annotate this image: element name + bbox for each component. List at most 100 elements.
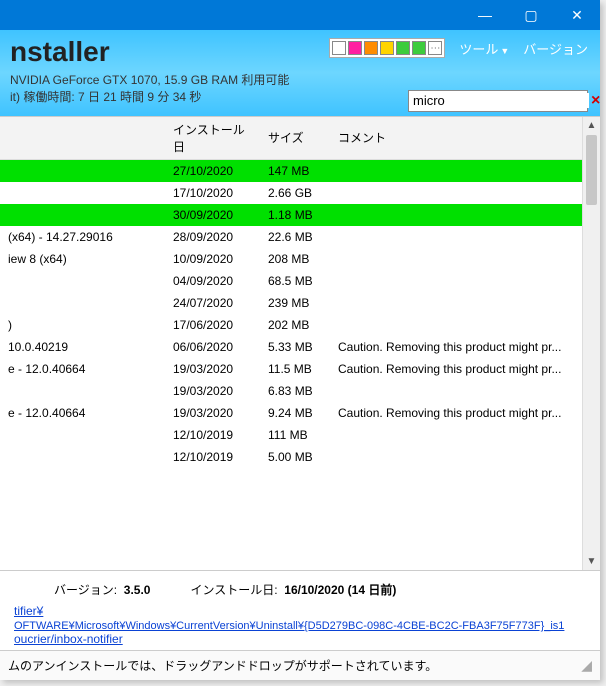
table-row[interactable]: 19/03/20206.83 MB: [0, 380, 582, 402]
detail-link-2[interactable]: oucrier/inbox-notifier: [14, 632, 123, 646]
cell-comment: [330, 159, 582, 182]
chevron-down-icon: ▼: [500, 46, 509, 56]
cell-comment: [330, 204, 582, 226]
cell-date: 17/10/2020: [165, 182, 260, 204]
cell-size: 6.83 MB: [260, 380, 330, 402]
cell-size: 9.24 MB: [260, 402, 330, 424]
header-toolbar: ⋯ ツール▼ バージョン: [329, 38, 588, 58]
maximize-button[interactable]: ▢: [508, 0, 554, 30]
col-header-date[interactable]: インストール日: [165, 117, 260, 160]
cell-date: 12/10/2019: [165, 446, 260, 468]
detail-version: バージョン: 3.5.0: [54, 581, 150, 598]
color-chip[interactable]: [380, 41, 394, 55]
col-header-name[interactable]: [0, 117, 165, 160]
cell-date: 24/07/2020: [165, 292, 260, 314]
titlebar: — ▢ ✕: [0, 0, 600, 30]
table-row[interactable]: 12/10/2019111 MB: [0, 424, 582, 446]
table-row[interactable]: iew 8 (x64)10/09/2020208 MB: [0, 248, 582, 270]
table-row[interactable]: (x64) - 14.27.2901628/09/202022.6 MB: [0, 226, 582, 248]
cell-name: [0, 159, 165, 182]
color-chip-row: ⋯: [329, 38, 445, 58]
scroll-down-icon[interactable]: ▼: [583, 552, 600, 570]
color-chip[interactable]: [412, 41, 426, 55]
cell-date: 12/10/2019: [165, 424, 260, 446]
color-chip[interactable]: [332, 41, 346, 55]
table-row[interactable]: e - 12.0.4066419/03/20209.24 MBCaution. …: [0, 402, 582, 424]
scroll-up-icon[interactable]: ▲: [583, 117, 600, 135]
table-row[interactable]: 10.0.4021906/06/20205.33 MBCaution. Remo…: [0, 336, 582, 358]
cell-comment: Caution. Removing this product might pr.…: [330, 336, 582, 358]
cell-comment: [330, 380, 582, 402]
detail-link-1[interactable]: tifier¥: [14, 604, 43, 618]
status-bar: ムのアンインストールでは、ドラッグアンドドロップがサポートされています。 ◢: [0, 650, 600, 680]
cell-name: [0, 182, 165, 204]
table-row[interactable]: 30/09/20201.18 MB: [0, 204, 582, 226]
color-chip[interactable]: [348, 41, 362, 55]
table-row[interactable]: e - 12.0.4066419/03/202011.5 MBCaution. …: [0, 358, 582, 380]
cell-size: 1.18 MB: [260, 204, 330, 226]
color-chip-more-icon[interactable]: ⋯: [428, 41, 442, 55]
detail-version-value: 3.5.0: [124, 583, 151, 597]
cell-comment: [330, 248, 582, 270]
col-header-size[interactable]: サイズ: [260, 117, 330, 160]
cell-date: 17/06/2020: [165, 314, 260, 336]
cell-size: 68.5 MB: [260, 270, 330, 292]
cell-comment: [330, 446, 582, 468]
tools-menu[interactable]: ツール▼: [459, 39, 509, 58]
resize-grip-icon[interactable]: ◢: [581, 657, 592, 674]
cell-size: 208 MB: [260, 248, 330, 270]
cell-comment: Caution. Removing this product might pr.…: [330, 402, 582, 424]
cell-name: e - 12.0.40664: [0, 358, 165, 380]
cell-comment: [330, 226, 582, 248]
status-text: ムのアンインストールでは、ドラッグアンドドロップがサポートされています。: [8, 657, 437, 674]
cell-comment: [330, 292, 582, 314]
cell-name: [0, 270, 165, 292]
cell-size: 22.6 MB: [260, 226, 330, 248]
table-scroll[interactable]: インストール日 サイズ コメント 27/10/2020147 MB17/10/2…: [0, 117, 582, 570]
vertical-scrollbar[interactable]: ▲ ▼: [582, 117, 600, 570]
detail-summary-row: バージョン: 3.5.0 インストール日: 16/10/2020 (14 日前): [54, 581, 586, 598]
detail-install-label: インストール日:: [190, 583, 277, 597]
minimize-button[interactable]: —: [462, 0, 508, 30]
scroll-thumb[interactable]: [586, 135, 597, 205]
programs-table: インストール日 サイズ コメント 27/10/2020147 MB17/10/2…: [0, 117, 582, 468]
table-area: インストール日 サイズ コメント 27/10/2020147 MB17/10/2…: [0, 116, 600, 570]
cell-name: ): [0, 314, 165, 336]
cell-comment: Caution. Removing this product might pr.…: [330, 358, 582, 380]
cell-size: 5.33 MB: [260, 336, 330, 358]
table-header-row: インストール日 サイズ コメント: [0, 117, 582, 160]
cell-size: 147 MB: [260, 159, 330, 182]
col-header-comment[interactable]: コメント: [330, 117, 582, 160]
cell-name: (x64) - 14.27.29016: [0, 226, 165, 248]
cell-date: 19/03/2020: [165, 380, 260, 402]
table-row[interactable]: 04/09/202068.5 MB: [0, 270, 582, 292]
cell-comment: [330, 424, 582, 446]
search-input[interactable]: [413, 93, 589, 108]
cell-size: 202 MB: [260, 314, 330, 336]
tools-menu-label: ツール: [459, 42, 498, 57]
cell-name: [0, 292, 165, 314]
app-window: — ▢ ✕ nstaller NVIDIA GeForce GTX 1070, …: [0, 0, 600, 680]
table-row[interactable]: 27/10/2020147 MB: [0, 159, 582, 182]
cell-date: 28/09/2020: [165, 226, 260, 248]
search-box[interactable]: ×: [408, 90, 588, 112]
table-row[interactable]: )17/06/2020202 MB: [0, 314, 582, 336]
detail-panel: バージョン: 3.5.0 インストール日: 16/10/2020 (14 日前)…: [0, 570, 600, 650]
color-chip[interactable]: [396, 41, 410, 55]
detail-install-value: 16/10/2020 (14 日前): [284, 583, 396, 597]
table-row[interactable]: 24/07/2020239 MB: [0, 292, 582, 314]
clear-search-icon[interactable]: ×: [589, 92, 602, 110]
cell-size: 5.00 MB: [260, 446, 330, 468]
color-chip[interactable]: [364, 41, 378, 55]
cell-date: 06/06/2020: [165, 336, 260, 358]
header: nstaller NVIDIA GeForce GTX 1070, 15.9 G…: [0, 30, 600, 116]
version-link[interactable]: バージョン: [523, 39, 588, 58]
close-button[interactable]: ✕: [554, 0, 600, 30]
detail-version-label: バージョン:: [54, 583, 117, 597]
detail-install-date: インストール日: 16/10/2020 (14 日前): [190, 581, 396, 598]
table-row[interactable]: 17/10/20202.66 GB: [0, 182, 582, 204]
cell-date: 19/03/2020: [165, 402, 260, 424]
cell-date: 30/09/2020: [165, 204, 260, 226]
detail-registry-link[interactable]: OFTWARE¥Microsoft¥Windows¥CurrentVersion…: [14, 620, 564, 632]
table-row[interactable]: 12/10/20195.00 MB: [0, 446, 582, 468]
